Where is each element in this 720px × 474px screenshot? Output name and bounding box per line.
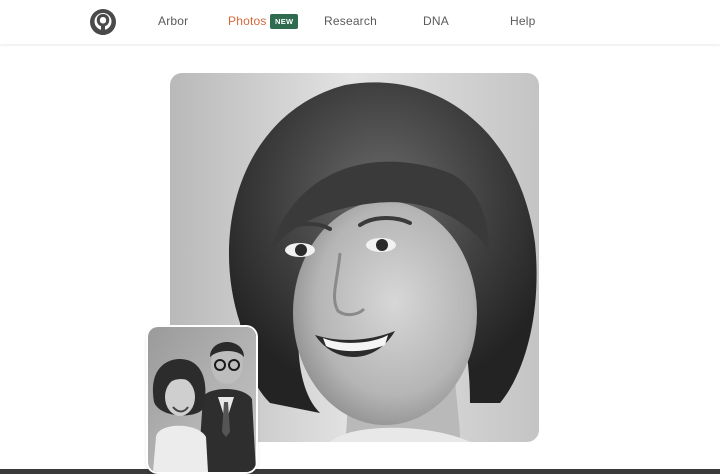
- nav-item-arbor[interactable]: Arbor: [158, 14, 188, 28]
- nav-item-help[interactable]: Help: [510, 14, 535, 28]
- new-badge: NEW: [270, 14, 299, 29]
- top-navigation-bar: Arbor Photos NEW Research DNA Help: [0, 0, 720, 44]
- nav-item-dna[interactable]: DNA: [423, 14, 449, 28]
- nav-item-research[interactable]: Research: [324, 14, 377, 28]
- original-photo-thumbnail[interactable]: [148, 327, 256, 472]
- bottom-edge-bar: [0, 469, 720, 474]
- nav-item-photos[interactable]: Photos: [228, 14, 267, 28]
- tree-logo-icon[interactable]: [88, 8, 118, 36]
